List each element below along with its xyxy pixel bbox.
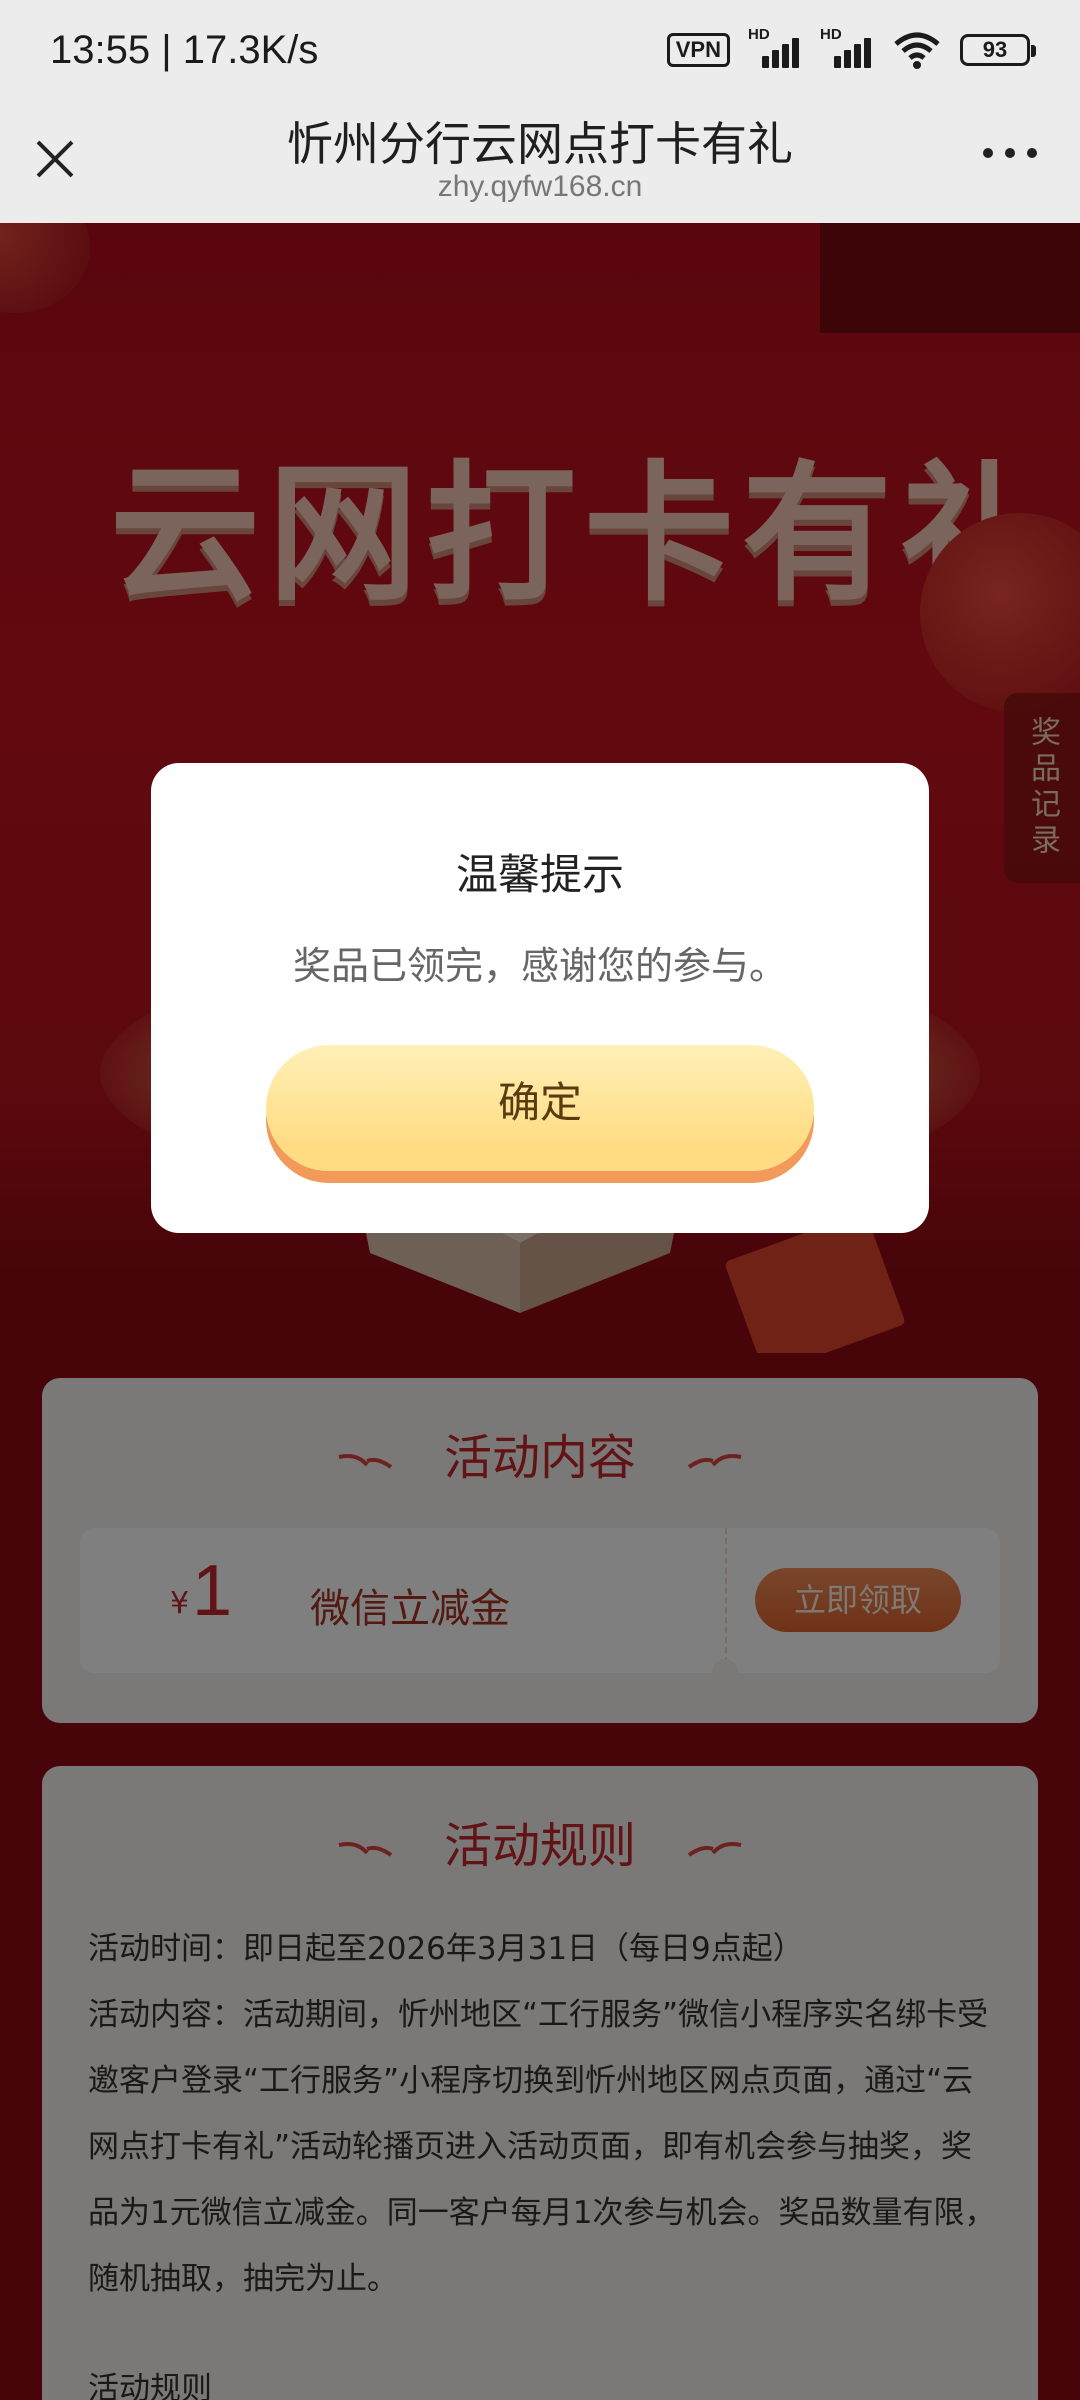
status-time: 13:55 | 17.3K/s [50,28,319,72]
notice-dialog: 温馨提示 奖品已领完，感谢您的参与。 确定 [151,763,929,1233]
signal-icon: HD [748,26,802,70]
page-title: 忻州分行云网点打卡有礼 [287,117,793,171]
status-bar: 13:55 | 17.3K/s VPN HD HD 93 [0,0,1080,100]
signal-icon: HD [820,26,874,70]
vpn-icon: VPN [666,33,730,67]
network-speed: 17.3K/s [182,28,319,72]
modal-overlay: 温馨提示 奖品已领完，感谢您的参与。 确定 [0,223,1080,2400]
battery-icon: 93 [960,34,1036,66]
wifi-icon [894,32,940,69]
page-url: zhy.qyfw168.cn [437,170,643,203]
confirm-button[interactable]: 确定 [266,1045,814,1171]
dialog-title: 温馨提示 [455,850,624,899]
browser-title-bar: 忻州分行云网点打卡有礼 zhy.qyfw168.cn [0,100,1080,223]
dialog-message: 奖品已领完，感谢您的参与。 [292,944,787,988]
clock: 13:55 [50,28,151,72]
more-options-icon[interactable] [980,138,1040,168]
